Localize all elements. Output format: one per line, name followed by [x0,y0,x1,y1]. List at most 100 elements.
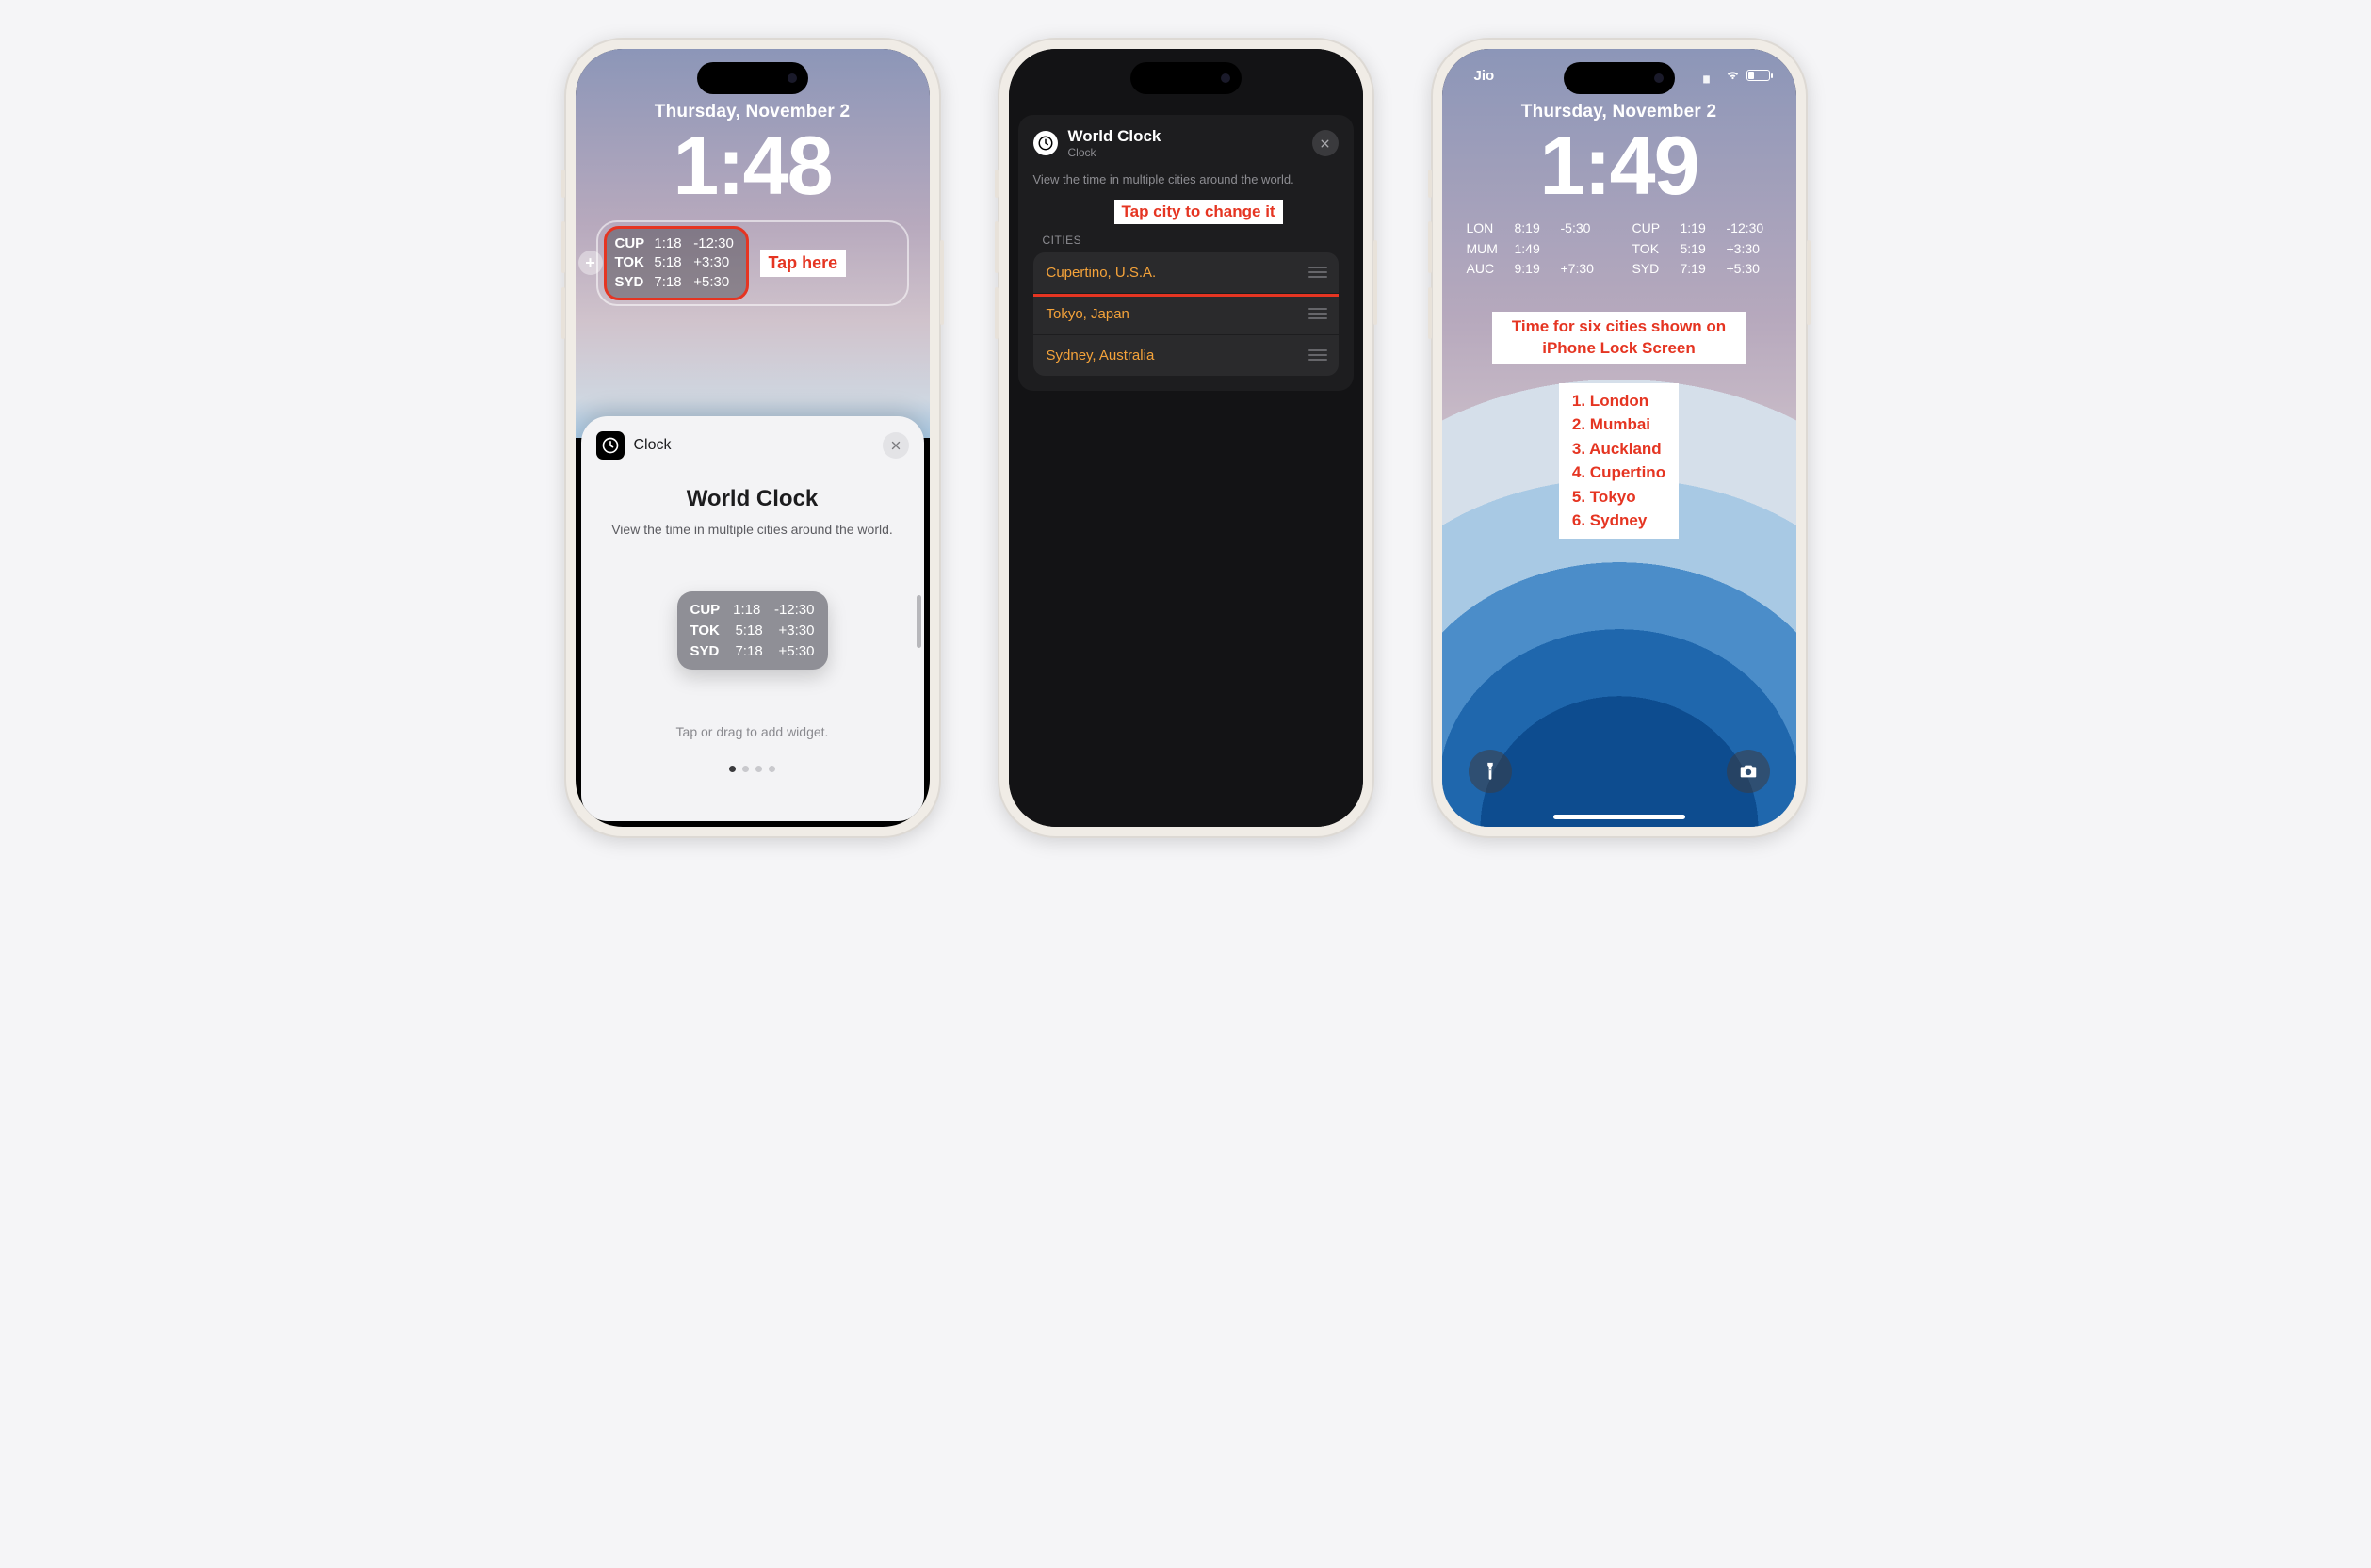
city-time: 7:18 [654,273,684,292]
city-time: 5:19 [1681,239,1716,260]
config-description: View the time in multiple cities around … [1033,172,1339,186]
widget-drop-zone[interactable]: + CUP1:18-12:30 TOK5:18+3:30 SYD7:18+5:3… [596,220,909,306]
list-item: 5. Tokyo [1572,485,1665,509]
volume-up [1428,221,1432,273]
city-time: 1:49 [1515,239,1551,260]
flashlight-button[interactable] [1469,750,1512,793]
city-time: 1:18 [733,600,763,621]
widget-preview[interactable]: CUP1:18-12:30 TOK5:18+3:30 SYD7:18+5:30 [677,591,828,670]
city-time: 9:19 [1515,259,1551,280]
camera-button[interactable] [1727,750,1770,793]
clock-app-icon [1033,131,1058,155]
list-item: 2. Mumbai [1572,412,1665,437]
annotation-tap-here: Tap here [760,250,847,277]
carrier-label: Jio [1474,68,1495,84]
config-title: World Clock [1068,128,1161,146]
phone-3-frame: Jio Thursday, November 2 1:49 LON8:19-5:… [1431,38,1808,838]
city-time: 5:18 [654,253,684,272]
city-name: Tokyo, Japan [1047,306,1129,322]
city-code: CUP [1632,218,1670,239]
annotation-tap-city: Tap city to change it [1114,200,1283,224]
scrollbar-thumb[interactable] [917,595,921,648]
lockscreen-time: 1:48 [576,124,930,207]
drag-handle-icon[interactable] [1308,308,1327,319]
battery-icon [1746,70,1770,81]
volume-down [561,287,565,339]
add-widget-icon[interactable]: + [578,251,603,275]
city-list: Cupertino, U.S.A. Tokyo, Japan Sydney, A… [1033,252,1339,376]
city-offset: +5:30 [1727,259,1760,280]
city-code: TOK [615,253,645,272]
city-time: 1:18 [654,234,684,253]
city-offset: +5:30 [693,273,735,292]
city-code: TOK [1632,239,1670,260]
city-name: Sydney, Australia [1047,348,1155,364]
drag-handle-icon[interactable] [1308,349,1327,361]
world-clock-widget[interactable]: CUP 1:18 -12:30 TOK 5:18 +3:30 SYD 7:18 +5:30 [606,228,747,299]
close-button[interactable] [1312,130,1339,156]
city-offset: -5:30 [1561,218,1591,239]
city-code: TOK [690,621,724,641]
list-item: 1. London [1572,389,1665,413]
volume-down [1428,287,1432,339]
city-row-cupertino[interactable]: Cupertino, U.S.A. [1033,252,1339,294]
city-offset: -12:30 [1727,218,1764,239]
city-code: CUP [690,600,723,621]
city-time: 7:18 [735,641,767,662]
city-time: 1:19 [1681,218,1716,239]
close-button[interactable] [883,432,909,459]
city-code: MUM [1467,239,1504,260]
dynamic-island [1564,62,1675,94]
city-name: Cupertino, U.S.A. [1047,265,1157,281]
list-item: 3. Auckland [1572,437,1665,461]
wifi-icon [1725,66,1741,86]
city-row-sydney[interactable]: Sydney, Australia [1033,335,1339,376]
city-offset: +3:30 [693,253,735,272]
page-dots[interactable] [596,766,909,772]
phone-2-frame: World Clock Clock View the time in multi… [998,38,1374,838]
city-code: SYD [690,641,724,662]
city-time: 8:19 [1515,218,1551,239]
annotation-block: Time for six cities shown on iPhone Lock… [1492,312,1746,539]
city-offset: -12:30 [774,600,815,621]
config-subtitle: Clock [1068,146,1161,159]
volume-up [995,221,999,273]
city-code: AUC [1467,259,1504,280]
city-code: SYD [615,273,645,292]
widget-sheet: Clock World Clock View the time in multi… [581,416,924,821]
lockscreen-time: 1:49 [1442,124,1796,207]
home-indicator[interactable] [1553,815,1685,819]
city-offset: +3:30 [779,621,815,641]
city-code: CUP [615,234,645,253]
list-item: 4. Cupertino [1572,461,1665,485]
sheet-app-name: Clock [634,437,672,454]
power-button [1807,240,1811,325]
phone-1-frame: Thursday, November 2 1:48 + CUP1:18-12:3… [564,38,941,838]
mute-switch [1428,170,1432,198]
city-offset: -12:30 [693,234,735,253]
mute-switch [995,170,999,198]
dynamic-island [697,62,808,94]
annotation-headline: Time for six cities shown on iPhone Lock… [1492,312,1746,364]
power-button [1373,240,1377,325]
sheet-hint: Tap or drag to add widget. [596,724,909,739]
clock-app-icon [596,431,625,460]
city-offset: +3:30 [1727,239,1760,260]
list-item: 6. Sydney [1572,509,1665,533]
city-time: 5:18 [735,621,767,641]
drag-handle-icon[interactable] [1308,267,1327,278]
sheet-subtitle: View the time in multiple cities around … [596,522,909,537]
dual-sim-icon [1703,70,1719,81]
mute-switch [561,170,565,198]
city-code: SYD [1632,259,1670,280]
volume-up [561,221,565,273]
section-label-cities: CITIES [1043,234,1339,247]
city-time: 7:19 [1681,259,1716,280]
world-clock-widget-six[interactable]: LON8:19-5:30 MUM1:49 AUC9:19+7:30 CUP1:1… [1467,218,1772,280]
dynamic-island [1130,62,1242,94]
annotation-city-list: 1. London 2. Mumbai 3. Auckland 4. Cuper… [1559,383,1679,539]
city-code: LON [1467,218,1504,239]
power-button [940,240,944,325]
city-row-tokyo[interactable]: Tokyo, Japan [1033,294,1339,335]
volume-down [995,287,999,339]
